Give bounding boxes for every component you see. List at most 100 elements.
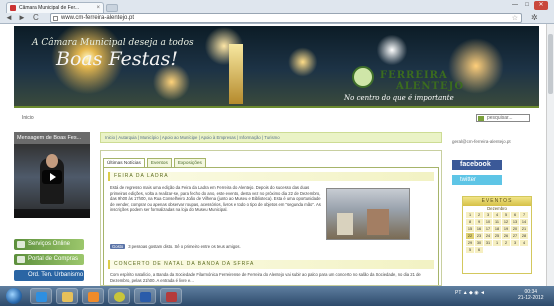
home-link[interactable]: Inicio: [22, 115, 34, 121]
calendar-grid: 1 2 3 4 5 6 7 8 9 10 11 12 13 14 15 16 17 18 19 20 21 22 23 24 2…: [463, 212, 531, 253]
contact-email[interactable]: geral@cm-ferreira-alentejo.pt: [452, 130, 538, 148]
like-bar: Gosto 3 pessoas gostam disto. Sê o primei…: [110, 244, 241, 249]
taskbar-word[interactable]: [134, 288, 156, 304]
windows-taskbar: PT ▲ ◆ ◉ ◄ 00:34 21-12-2012: [0, 286, 554, 306]
calendar-day[interactable]: 11: [493, 219, 501, 225]
page-icon: [53, 16, 58, 21]
calendar-day[interactable]: 19: [502, 226, 510, 232]
news-body: Com espírito natalício, a Banda da Socie…: [110, 272, 421, 283]
photo-stall: [367, 209, 389, 235]
calendar-day[interactable]: 25: [493, 233, 501, 239]
video-player[interactable]: [14, 144, 90, 218]
calendar-day[interactable]: 1: [493, 240, 501, 246]
search-input[interactable]: pesquisar...: [476, 114, 530, 122]
online-services-button[interactable]: Serviços Online: [14, 239, 84, 250]
calendar-day[interactable]: 4: [493, 212, 501, 218]
close-window-icon[interactable]: ✕: [534, 1, 548, 10]
calendar-day[interactable]: 14: [520, 219, 528, 225]
settings-wrench-icon[interactable]: ✲: [531, 13, 538, 22]
procurement-portal-label: Portal de Compras: [28, 256, 79, 262]
calendar-day[interactable]: 4: [520, 240, 528, 246]
municipal-emblem-icon[interactable]: [352, 66, 374, 88]
urban-planning-label: Ord. Ten. Urbanismo: [28, 272, 84, 278]
video-controls[interactable]: [14, 209, 90, 218]
reload-icon[interactable]: C: [33, 13, 39, 23]
logo-alentejo[interactable]: ALENTEJO: [396, 81, 464, 92]
calendar-day[interactable]: 6: [511, 212, 519, 218]
calendar-day[interactable]: 24: [484, 233, 492, 239]
calendar-day[interactable]: 26: [502, 233, 510, 239]
calendar-day[interactable]: 13: [511, 219, 519, 225]
calendar-day[interactable]: 28: [520, 233, 528, 239]
procurement-portal-button[interactable]: Portal de Compras: [14, 254, 84, 265]
video-title[interactable]: Mensagem de Boas Fes...: [14, 132, 90, 144]
tab-events[interactable]: Eventos: [146, 158, 172, 167]
taskbar-explorer[interactable]: [56, 288, 78, 304]
taskbar-app[interactable]: [160, 288, 182, 304]
logo-ferreira[interactable]: FERREIRA: [380, 70, 448, 81]
play-icon[interactable]: [42, 170, 62, 184]
calendar-day[interactable]: 10: [484, 219, 492, 225]
calendar-day[interactable]: 8: [466, 219, 474, 225]
forward-icon[interactable]: ►: [18, 13, 26, 23]
calendar-day[interactable]: 12: [502, 219, 510, 225]
calendar-day[interactable]: 22: [466, 233, 474, 239]
scrollbar-thumb[interactable]: [548, 34, 553, 94]
left-column: Mensagem de Boas Fes...: [14, 132, 90, 218]
calendar-day[interactable]: 21: [520, 226, 528, 232]
calendar-day[interactable]: 2: [475, 212, 483, 218]
news-photo[interactable]: [326, 188, 410, 240]
start-button[interactable]: [6, 288, 22, 304]
calendar-day[interactable]: 17: [484, 226, 492, 232]
calendar-day[interactable]: 3: [484, 212, 492, 218]
twitter-button[interactable]: twitter: [452, 175, 502, 185]
browser-chrome: Câmara Municipal de Fer... × — □ ✕ ◄ ► C…: [0, 0, 554, 24]
services-icon: [17, 241, 25, 248]
calendar-title: EVENTOS: [463, 197, 531, 206]
back-icon[interactable]: ◄: [5, 13, 13, 23]
calendar-day[interactable]: 30: [475, 240, 483, 246]
address-url: www.cm-ferreira-alentejo.pt: [61, 15, 135, 21]
calendar-day[interactable]: 9: [475, 219, 483, 225]
calendar-day[interactable]: 31: [484, 240, 492, 246]
calendar-day[interactable]: 6: [475, 247, 483, 253]
calendar-day[interactable]: 5: [466, 247, 474, 253]
search-icon[interactable]: [478, 116, 484, 121]
calendar-day[interactable]: 7: [520, 212, 528, 218]
maximize-icon[interactable]: □: [522, 1, 532, 10]
news-list: FEIRA DA LADRA Está de regresso mais uma…: [103, 167, 439, 285]
tab-latest-news[interactable]: Últimas Notícias: [103, 158, 145, 167]
close-tab-icon[interactable]: ×: [96, 3, 100, 13]
main-menu[interactable]: Inicio | Autarquia | Município | Apoio a…: [100, 132, 442, 143]
calendar-day[interactable]: 1: [466, 212, 474, 218]
taskbar-media[interactable]: [82, 288, 104, 304]
taskbar-ie[interactable]: [30, 288, 52, 304]
urban-planning-button[interactable]: Ord. Ten. Urbanismo: [14, 270, 84, 281]
calendar-day[interactable]: 2: [502, 240, 510, 246]
bookmark-star-icon[interactable]: ☆: [512, 14, 518, 23]
news-title[interactable]: FEIRA DA LADRA: [108, 172, 434, 181]
calendar-day[interactable]: 29: [466, 240, 474, 246]
calendar-day[interactable]: 16: [475, 226, 483, 232]
new-tab-button[interactable]: [106, 4, 118, 12]
clock[interactable]: 00:34 21-12-2012: [518, 289, 544, 301]
system-tray[interactable]: PT ▲ ◆ ◉ ◄: [455, 290, 485, 296]
taskbar-chrome[interactable]: [108, 288, 130, 304]
minimize-icon[interactable]: —: [510, 1, 520, 10]
address-bar[interactable]: www.cm-ferreira-alentejo.pt ☆: [50, 13, 522, 23]
email-link[interactable]: geral@cm-ferreira-alentejo.pt: [452, 139, 511, 144]
calendar-day[interactable]: 23: [475, 233, 483, 239]
facebook-button[interactable]: facebook: [452, 160, 502, 170]
tab-exhibitions[interactable]: Exposições: [173, 158, 206, 167]
calendar-day[interactable]: 15: [466, 226, 474, 232]
like-button[interactable]: Gosto: [110, 244, 126, 249]
calendar-day[interactable]: 18: [493, 226, 501, 232]
calendar-day[interactable]: 3: [511, 240, 519, 246]
calendar-day[interactable]: 20: [511, 226, 519, 232]
browser-tab[interactable]: Câmara Municipal de Fer... ×: [6, 2, 104, 13]
calendar-day[interactable]: 5: [502, 212, 510, 218]
calendar-day[interactable]: 27: [511, 233, 519, 239]
news-title[interactable]: CONCERTO DE NATAL DA BANDA DA SFRFA: [108, 260, 434, 269]
scrollbar[interactable]: [546, 24, 554, 286]
events-calendar: EVENTOS Dezembro 1 2 3 4 5 6 7 8 9 10 11 12 13 14 15 16…: [462, 196, 532, 274]
